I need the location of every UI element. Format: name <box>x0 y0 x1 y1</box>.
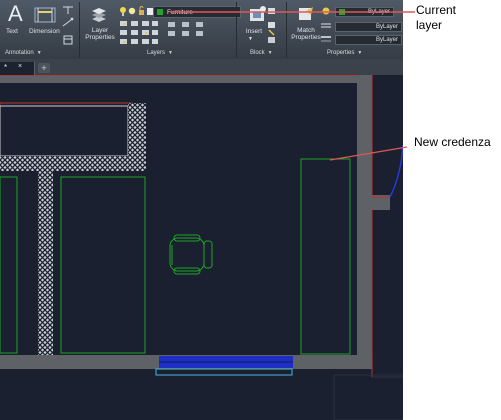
callout-leaders <box>170 11 415 161</box>
current-layer-callout-line1: Current <box>416 3 457 17</box>
credenza-leader <box>329 146 408 161</box>
new-credenza-callout: New credenza <box>414 135 491 149</box>
current-layer-callout-line2: layer <box>416 18 443 32</box>
